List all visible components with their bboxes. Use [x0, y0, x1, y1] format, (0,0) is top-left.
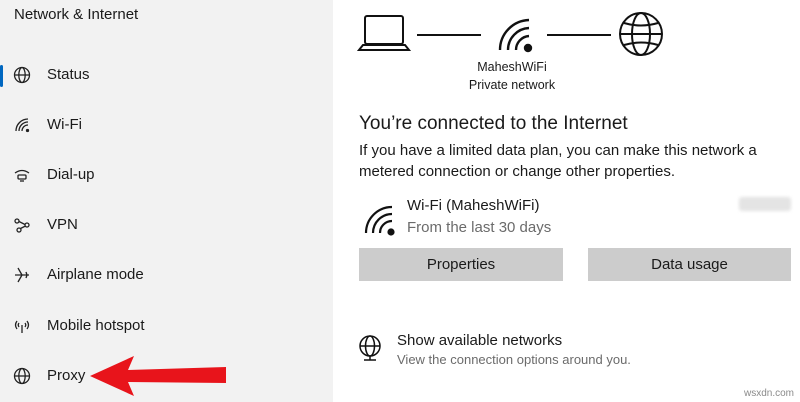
sidebar-title: Network & Internet — [14, 6, 139, 23]
sidebar-item-airplane-mode[interactable]: Airplane mode — [0, 257, 333, 293]
wifi-icon — [12, 115, 32, 135]
wifi-icon — [364, 205, 395, 236]
data-usage-button[interactable]: Data usage — [588, 248, 791, 281]
sidebar-item-label: Proxy — [47, 367, 86, 384]
sidebar-item-label: Status — [47, 66, 90, 83]
globe-icon — [12, 65, 32, 85]
hotspot-icon — [12, 316, 32, 336]
sidebar-item-label: Airplane mode — [47, 266, 144, 283]
sidebar-item-vpn[interactable]: VPN — [0, 207, 333, 243]
watermark: wsxdn.com — [743, 388, 794, 399]
show-available-networks-description: View the connection options around you. — [397, 352, 631, 367]
sidebar-item-label: Dial-up — [47, 166, 95, 183]
sidebar-item-wifi[interactable]: Wi-Fi — [0, 107, 333, 143]
main-panel: MaheshWiFi Private network You’re connec… — [333, 0, 800, 402]
globe-network-icon — [359, 335, 381, 361]
connection-usage-period: From the last 30 days — [407, 219, 552, 236]
data-usage-redacted — [739, 197, 791, 211]
sidebar-item-label: VPN — [47, 216, 78, 233]
laptop-icon — [356, 15, 412, 51]
sidebar-item-status[interactable]: Status — [0, 57, 333, 93]
wifi-icon — [498, 18, 533, 53]
sidebar-item-dialup[interactable]: Dial-up — [0, 157, 333, 193]
connection-status-description: If you have a limited data plan, you can… — [359, 142, 757, 180]
vpn-icon — [12, 215, 32, 235]
connection-name: Wi-Fi (MaheshWiFi) — [407, 197, 540, 214]
red-arrow-annotation — [90, 356, 226, 396]
network-type: Private network — [468, 78, 556, 92]
sidebar-item-mobile-hotspot[interactable]: Mobile hotspot — [0, 308, 333, 344]
dialup-icon — [12, 165, 32, 185]
globe-icon — [619, 12, 663, 56]
network-name: MaheshWiFi — [477, 60, 547, 74]
globe-icon — [12, 366, 32, 386]
show-available-networks-link[interactable]: Show available networks — [397, 332, 562, 349]
airplane-icon — [12, 265, 32, 285]
sidebar: Network & Internet Status Wi-Fi Dial-up — [0, 0, 333, 402]
connection-status-heading: You’re connected to the Internet — [359, 113, 628, 134]
sidebar-item-label: Mobile hotspot — [47, 317, 145, 334]
properties-button[interactable]: Properties — [359, 248, 563, 281]
sidebar-item-label: Wi-Fi — [47, 116, 82, 133]
